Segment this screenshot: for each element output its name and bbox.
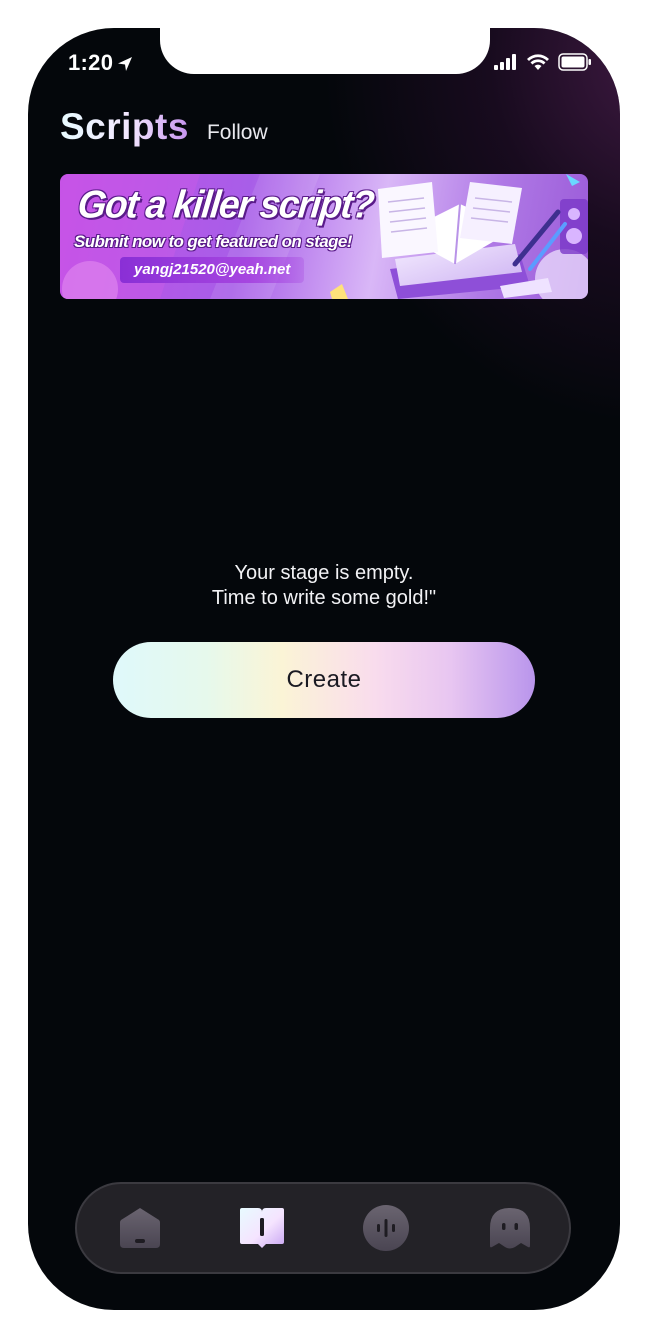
page-header: Scripts Follow	[60, 106, 268, 148]
wifi-icon	[526, 53, 550, 76]
banner-subline: Submit now to get featured on stage!	[74, 232, 352, 251]
empty-state-line-1: Your stage is empty.	[234, 562, 414, 584]
device-notch	[160, 28, 490, 74]
signal-icon	[494, 53, 518, 75]
tab-home[interactable]	[115, 1205, 165, 1255]
banner-headline: Got a killer script?	[75, 182, 376, 226]
create-button[interactable]: Create	[113, 642, 535, 718]
phone-screen: 1:20 Scripts Follow Got a killer script?…	[28, 28, 620, 1310]
home-icon	[118, 1206, 162, 1255]
promo-banner[interactable]: Got a killer script? Submit now to get f…	[60, 174, 588, 299]
status-time: 1:20	[68, 50, 133, 78]
tab-follow[interactable]: Follow	[207, 121, 268, 145]
empty-state-message: Your stage is empty. Time to write some …	[28, 561, 620, 611]
tab-voice[interactable]	[361, 1204, 411, 1257]
ghost-icon	[488, 1206, 532, 1255]
status-icons	[494, 52, 592, 76]
tab-scripts[interactable]: Scripts	[60, 106, 189, 148]
tab-scripts-nav[interactable]	[237, 1205, 287, 1255]
battery-icon	[558, 52, 592, 76]
bottom-tab-bar	[75, 1182, 571, 1274]
tab-profile[interactable]	[485, 1205, 535, 1255]
voice-icon	[362, 1204, 410, 1257]
status-time-label: 1:20	[68, 50, 114, 75]
banner-email: yangj21520@yeah.net	[120, 257, 305, 283]
empty-state-line-2: Time to write some gold!"	[211, 587, 437, 609]
location-arrow-icon	[117, 52, 133, 78]
book-icon	[238, 1206, 286, 1255]
